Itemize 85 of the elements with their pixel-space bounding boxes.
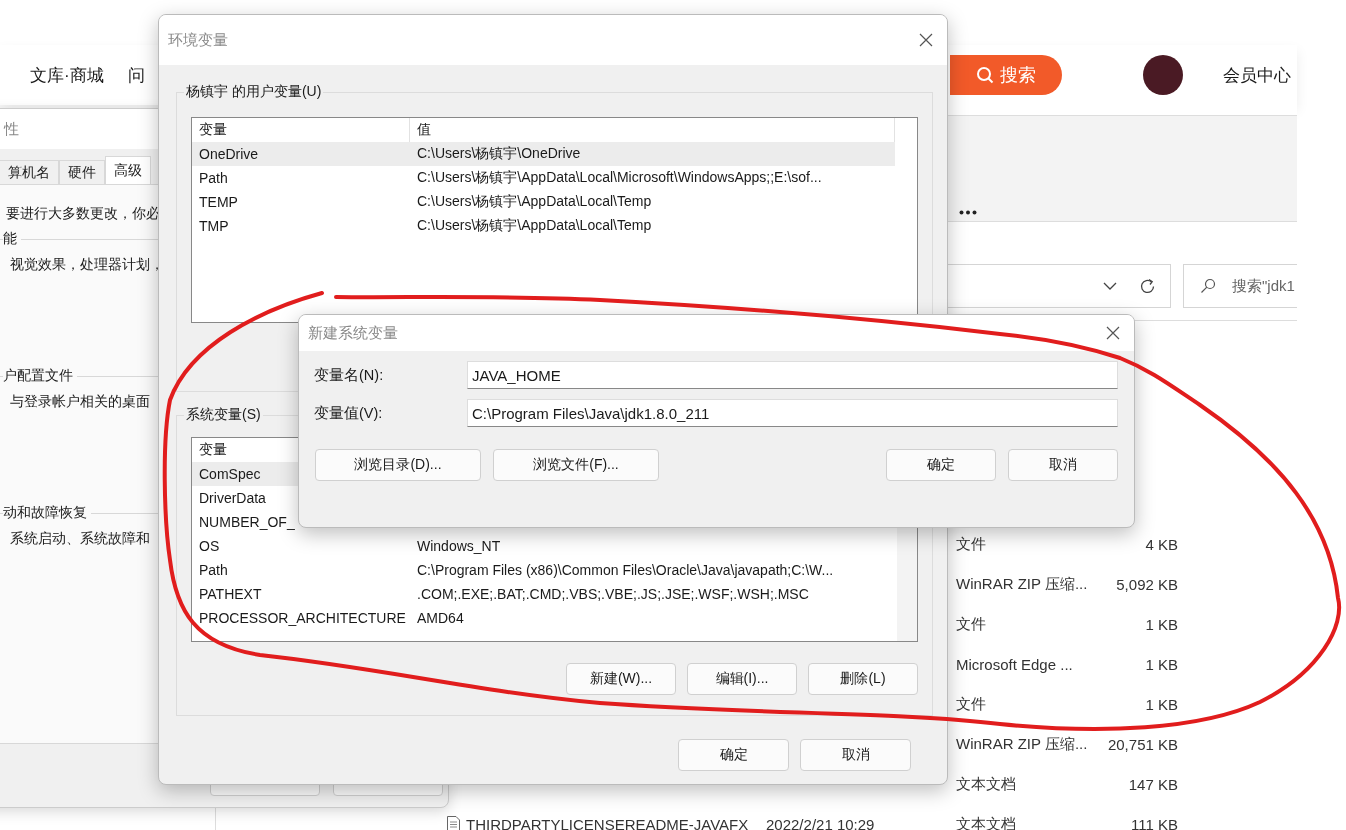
file-size: 147 KB: [1128, 775, 1178, 793]
search-icon: [976, 66, 994, 84]
table-row[interactable]: OS Windows_NT: [192, 534, 895, 558]
nav-link[interactable]: 文库·商城: [30, 63, 104, 87]
refresh-icon[interactable]: [1139, 277, 1156, 295]
group-heading: 动和故障恢复: [3, 504, 91, 522]
table-row[interactable]: TEMP C:\Users\杨镇宇\AppData\Local\Temp: [192, 190, 895, 214]
dialog-button[interactable]: 取消: [1008, 449, 1118, 481]
group-heading: 能: [3, 230, 21, 248]
group-heading: 杨镇宇 的用户变量(U): [184, 83, 324, 101]
window-title: 环境变量: [168, 30, 228, 50]
table-cell-text: C:\Users\杨镇宇\AppData\Local\Microsoft\WindowsApps;;E:\sof...: [417, 168, 822, 187]
browse-button[interactable]: 浏览目录(D)...: [315, 449, 481, 481]
file-type: 文件: [956, 534, 986, 554]
file-size: 111 KB: [1131, 815, 1178, 830]
input-field[interactable]: JAVA_HOME: [467, 361, 1118, 389]
file-size: 4 KB: [1145, 535, 1178, 553]
more-icon[interactable]: [959, 210, 977, 215]
group-heading: 系统变量(S): [184, 406, 263, 424]
table-cell-text: TEMP: [199, 193, 238, 212]
file-type: Microsoft Edge ...: [956, 655, 1073, 673]
tab[interactable]: 硬件: [59, 160, 105, 184]
close-icon[interactable]: [1106, 326, 1120, 340]
file-size: 5,092 KB: [1116, 575, 1178, 593]
table-cell-text: PROCESSOR_ARCHITECTURE: [199, 609, 406, 628]
file-name[interactable]: THIRDPARTYLICENSEREADME-JAVAFX: [466, 815, 749, 830]
table-cell-text: C:\Users\杨镇宇\OneDrive: [417, 144, 581, 163]
table-cell-text: C:\Users\杨镇宇\AppData\Local\Temp: [417, 216, 652, 235]
table-row[interactable]: Path C:\Program Files (x86)\Common Files\Oracle\Java\javapath;C:\W...: [192, 558, 895, 582]
file-size: 1 KB: [1145, 615, 1178, 633]
window-title: 新建系统变量: [308, 323, 398, 343]
table-cell-text: C:\Users\杨镇宇\AppData\Local\Temp: [417, 192, 652, 211]
member-center-link[interactable]: 会员中心: [1223, 64, 1291, 87]
table-cell-text: Windows_NT: [417, 537, 501, 556]
search-icon: [1200, 278, 1216, 294]
table-cell-text: ComSpec: [199, 465, 261, 484]
browse-button[interactable]: 浏览文件(F)...: [493, 449, 659, 481]
group-heading: 户配置文件: [3, 367, 77, 385]
table-cell-text: Path: [199, 561, 228, 580]
table-cell-text: PATHEXT: [199, 585, 262, 604]
search-field[interactable]: 搜索"jdk1: [1183, 264, 1297, 308]
window-title: 性: [4, 119, 19, 139]
chevron-down-icon[interactable]: [1103, 282, 1117, 290]
tab[interactable]: 算机名: [0, 160, 59, 184]
table-cell-text: OS: [199, 537, 220, 556]
file-type: 文本文档: [956, 774, 1016, 794]
tab[interactable]: 高级: [105, 156, 151, 184]
nav-link[interactable]: 问: [127, 63, 145, 87]
file-size: 1 KB: [1145, 655, 1178, 673]
dialog-button[interactable]: 编辑(I)...: [687, 663, 797, 695]
input-field[interactable]: C:\Program Files\Java\jdk1.8.0_211: [467, 399, 1118, 427]
file-size: 1 KB: [1145, 695, 1178, 713]
table-cell-text: TMP: [199, 217, 229, 236]
file-size: 20,751 KB: [1107, 735, 1178, 753]
file-type: WinRAR ZIP 压缩...: [956, 734, 1088, 754]
avatar[interactable]: [1143, 55, 1183, 95]
field-label: 变量值(V):: [314, 403, 384, 423]
description-text: 系统启动、系统故障和: [10, 530, 150, 548]
table-row[interactable]: OneDrive C:\Users\杨镇宇\OneDrive: [192, 142, 895, 166]
dialog-button[interactable]: 删除(L): [808, 663, 918, 695]
file-date: 2022/2/21 10:29: [766, 815, 875, 830]
dialog-button[interactable]: 新建(W)...: [566, 663, 676, 695]
table-row[interactable]: PROCESSOR_ARCHITECTURE AMD64: [192, 606, 895, 630]
file-type: WinRAR ZIP 压缩...: [956, 574, 1088, 594]
table-cell-text: AMD64: [417, 609, 464, 628]
file-type: 文件: [956, 694, 986, 714]
description-text: 要进行大多数更改，你必: [6, 205, 160, 223]
table-cell-text: .COM;.EXE;.BAT;.CMD;.VBS;.VBE;.JS;.JSE;.WSF;.WSH;.MSC: [417, 585, 809, 604]
table-cell-text: OneDrive: [199, 145, 259, 164]
table-row[interactable]: TMP C:\Users\杨镇宇\AppData\Local\Temp: [192, 214, 895, 238]
field-label: 变量名(N):: [314, 365, 385, 385]
dialog-button[interactable]: 确定: [678, 739, 789, 771]
file-type: 文本文档: [956, 814, 1016, 830]
table-cell-text: C:\Program Files (x86)\Common Files\Oracle\Java\javapath;C:\W...: [417, 561, 834, 580]
table-row[interactable]: Path C:\Users\杨镇宇\AppData\Local\Microsoft\WindowsApps;;E:\sof...: [192, 166, 895, 190]
dialog-button[interactable]: 取消: [800, 739, 911, 771]
table-cell-text: Path: [199, 169, 228, 188]
table-cell-text: NUMBER_OF_: [199, 513, 295, 532]
table-row[interactable]: PATHEXT .COM;.EXE;.BAT;.CMD;.VBS;.VBE;.JS;.JSE;.WSF;.WSH;.MSC: [192, 582, 895, 606]
dialog-button[interactable]: 确定: [886, 449, 996, 481]
file-type: 文件: [956, 614, 986, 634]
description-text: 与登录帐户相关的桌面: [10, 393, 150, 411]
description-text: 视觉效果，处理器计划，: [10, 256, 164, 274]
close-icon[interactable]: [919, 33, 933, 47]
table-cell-text: DriverData: [199, 489, 266, 508]
